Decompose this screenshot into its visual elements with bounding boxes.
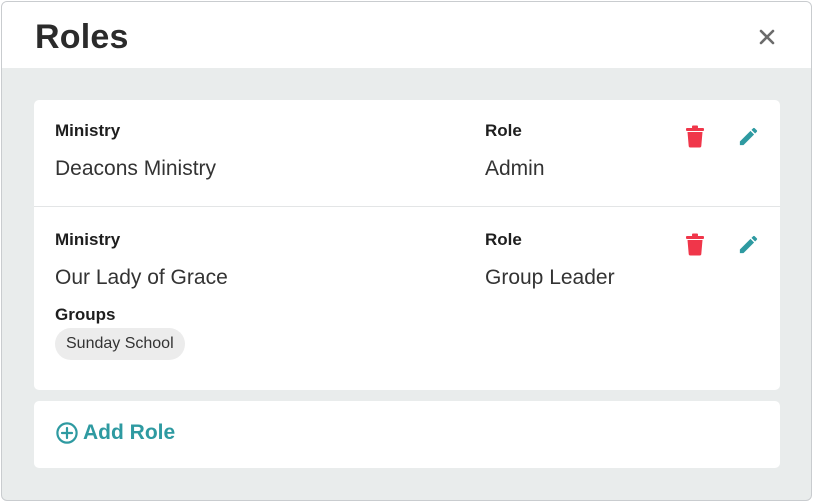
role-entry: Ministry Our Lady of Grace Role Group Le… (34, 207, 780, 390)
trash-icon (686, 233, 704, 255)
close-button[interactable] (754, 24, 780, 50)
add-role-card: Add Role (34, 401, 780, 468)
role-label: Role (485, 230, 522, 249)
role-label: Role (485, 121, 522, 140)
close-icon (759, 29, 775, 45)
ministry-value: Our Lady of Grace (55, 266, 228, 289)
roles-modal: Roles Ministry Deacons Ministry Role Adm… (1, 1, 812, 501)
role-value: Group Leader (485, 266, 615, 289)
ministry-value: Deacons Ministry (55, 157, 217, 180)
add-role-label: Add Role (83, 421, 176, 444)
role-value: Admin (485, 157, 545, 180)
groups-label: Groups (55, 305, 116, 324)
pencil-icon (739, 127, 757, 145)
edit-role-button[interactable] (735, 231, 761, 257)
trash-icon (686, 125, 704, 147)
ministry-label: Ministry (55, 230, 121, 249)
group-tag: Sunday School (55, 328, 185, 360)
modal-header: Roles (2, 2, 811, 68)
delete-role-button[interactable] (682, 231, 708, 257)
pencil-icon (739, 235, 757, 253)
page-title: Roles (35, 18, 129, 56)
add-role-button[interactable]: Add Role (56, 421, 175, 445)
role-entry: Ministry Deacons Ministry Role Admin (34, 100, 780, 207)
ministry-label: Ministry (55, 121, 121, 140)
delete-role-button[interactable] (682, 123, 708, 149)
plus-circle-icon (56, 422, 78, 444)
roles-list: Ministry Deacons Ministry Role Admin Min… (34, 100, 780, 390)
edit-role-button[interactable] (735, 123, 761, 149)
